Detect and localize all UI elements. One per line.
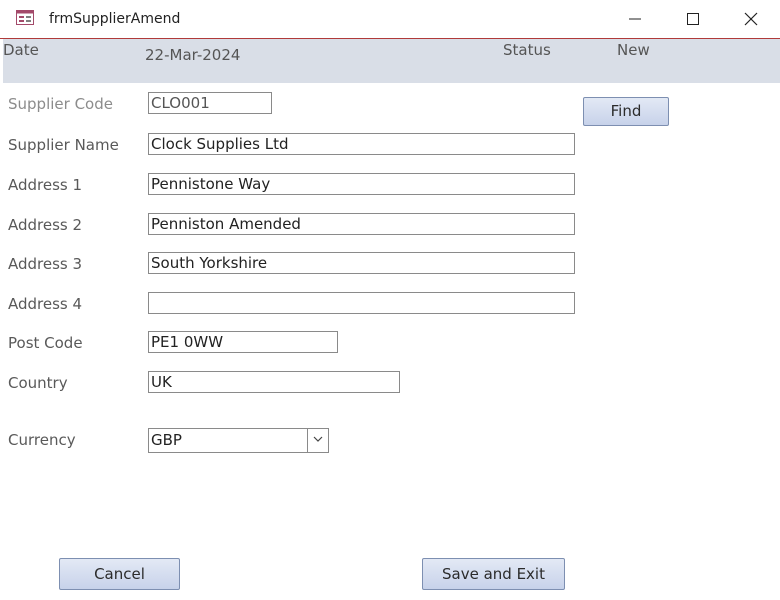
- currency-select[interactable]: GBP: [148, 428, 329, 453]
- address1-field[interactable]: Pennistone Way: [148, 173, 575, 195]
- address3-label: Address 3: [8, 255, 83, 273]
- supplier-code-label: Supplier Code: [8, 95, 113, 113]
- country-label: Country: [8, 374, 68, 392]
- form-header: Date 22-Mar-2024 Status New: [3, 39, 780, 83]
- form-icon: [16, 10, 34, 25]
- currency-dropdown-button[interactable]: [307, 429, 328, 452]
- chevron-down-icon: [313, 436, 323, 442]
- title-bar: frmSupplierAmend: [0, 0, 780, 39]
- country-field[interactable]: UK: [148, 371, 400, 393]
- maximize-button[interactable]: [671, 4, 715, 34]
- post-code-field[interactable]: PE1 0WW: [148, 331, 338, 353]
- cancel-button[interactable]: Cancel: [59, 558, 180, 590]
- address4-label: Address 4: [8, 295, 83, 313]
- close-button[interactable]: [729, 4, 773, 34]
- address1-label: Address 1: [8, 176, 83, 194]
- minimize-button[interactable]: [613, 4, 657, 34]
- post-code-label: Post Code: [8, 334, 83, 352]
- status-label: Status: [503, 41, 551, 59]
- address2-field[interactable]: Penniston Amended: [148, 213, 575, 235]
- maximize-icon: [687, 13, 699, 25]
- address3-field[interactable]: South Yorkshire: [148, 252, 575, 274]
- supplier-name-field[interactable]: Clock Supplies Ltd: [148, 133, 575, 155]
- save-and-exit-button[interactable]: Save and Exit: [422, 558, 565, 590]
- address4-field[interactable]: [148, 292, 575, 314]
- date-label: Date: [3, 41, 39, 59]
- supplier-name-label: Supplier Name: [8, 136, 119, 154]
- currency-value: GBP: [151, 431, 182, 449]
- find-button[interactable]: Find: [583, 97, 669, 126]
- status-value: New: [617, 41, 650, 59]
- supplier-code-field[interactable]: CLO001: [148, 92, 272, 114]
- close-icon: [744, 12, 758, 26]
- date-value: 22-Mar-2024: [145, 46, 241, 64]
- minimize-icon: [629, 18, 641, 20]
- address2-label: Address 2: [8, 216, 83, 234]
- window-title: frmSupplierAmend: [49, 11, 181, 27]
- currency-label: Currency: [8, 431, 76, 449]
